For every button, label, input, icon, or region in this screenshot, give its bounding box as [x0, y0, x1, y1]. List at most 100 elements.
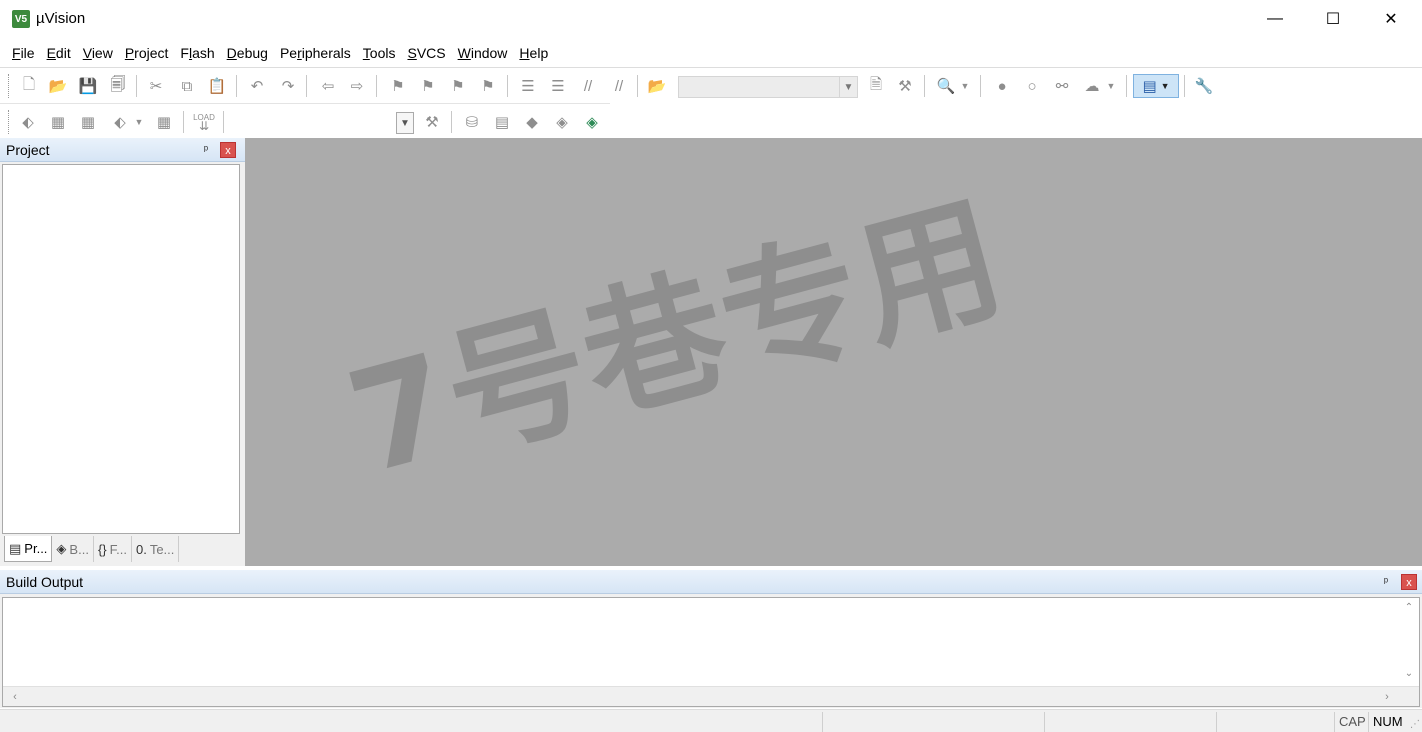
menu-help[interactable]: Help — [513, 41, 554, 65]
scroll-down-icon[interactable]: ⌄ — [1399, 666, 1419, 682]
status-cell — [822, 712, 1044, 732]
open-file-icon[interactable]: 📂 — [46, 74, 70, 98]
scroll-left-icon[interactable]: ‹ — [7, 689, 23, 705]
save-all-icon[interactable]: 🗐 — [106, 74, 130, 98]
toolbar-grip[interactable] — [8, 74, 12, 98]
dropdown-arrow-icon[interactable]: ▼ — [132, 110, 146, 134]
breakpoint-disable-icon[interactable]: ○ — [1020, 74, 1044, 98]
window-layout-button[interactable]: ▤ ▼ — [1133, 74, 1179, 98]
chevron-down-icon[interactable]: ▼ — [839, 77, 857, 97]
dropdown-arrow-icon[interactable]: ▼ — [958, 74, 972, 98]
close-icon[interactable]: x — [1401, 574, 1417, 590]
build-output-panel: Build Output ᵖ x ⌃ ⌄ ‹ › — [0, 570, 1422, 708]
resize-grip-icon[interactable]: ⋰ — [1410, 719, 1420, 730]
download-load-icon[interactable]: LOAD ⇊ — [192, 110, 216, 134]
tab-label: Pr... — [24, 541, 48, 556]
bookmark-next-icon[interactable]: ⚑ — [446, 74, 470, 98]
select-packs-icon[interactable]: ▤ — [490, 110, 514, 134]
menu-peripherals[interactable]: Peripherals — [274, 41, 357, 65]
tab-project[interactable]: ▤ Pr... — [4, 536, 53, 562]
configure-wrench-icon[interactable]: 🔧 — [1192, 74, 1216, 98]
minimize-button[interactable]: — — [1246, 0, 1304, 38]
project-tree[interactable] — [2, 164, 240, 534]
menu-mnemonic: D — [226, 45, 237, 61]
toolbar-grip[interactable] — [8, 110, 12, 134]
redo-icon[interactable]: ↷ — [276, 74, 300, 98]
toolbar-separator — [1184, 75, 1185, 97]
bookmark-previous-icon[interactable]: ⚑ — [416, 74, 440, 98]
status-cell — [1216, 712, 1334, 732]
rebuild-icon[interactable]: ▦ — [76, 110, 100, 134]
uncomment-icon[interactable]: // — [607, 74, 631, 98]
build-output-text[interactable]: ⌃ ⌄ ‹ › — [2, 597, 1420, 707]
breakpoint-insert-icon[interactable]: ● — [990, 74, 1014, 98]
tab-functions[interactable]: {} F... — [94, 536, 132, 562]
cut-icon[interactable]: ✂ — [144, 74, 168, 98]
new-file-icon[interactable]: 🗋 — [17, 74, 41, 98]
chevron-down-icon[interactable]: ▼ — [396, 112, 414, 134]
project-tab-icon: ▤ — [9, 540, 22, 556]
menu-mnemonic: W — [457, 45, 471, 61]
close-icon[interactable]: x — [220, 142, 236, 158]
undo-icon[interactable]: ↶ — [245, 74, 269, 98]
zoom-icon[interactable]: 🔍 — [934, 74, 958, 98]
target-select[interactable]: ▼ — [224, 112, 414, 134]
maximize-button[interactable]: ☐ — [1304, 0, 1362, 38]
scroll-up-icon[interactable]: ⌃ — [1399, 600, 1419, 616]
incremental-find-icon[interactable]: ⚒ — [893, 74, 917, 98]
menu-file[interactable]: File — [6, 41, 41, 65]
unindent-icon[interactable]: ☰ — [546, 74, 570, 98]
menu-debug[interactable]: Debug — [221, 41, 274, 65]
menu-flash[interactable]: Flash — [174, 41, 220, 65]
target-options-icon[interactable]: ⚒ — [420, 110, 444, 134]
scroll-right-icon[interactable]: › — [1379, 689, 1395, 705]
batch-build-icon[interactable]: ⬖ — [108, 110, 132, 134]
find-in-files-icon[interactable]: 📂 — [645, 74, 669, 98]
pin-icon[interactable]: ᵖ — [1378, 574, 1394, 590]
menu-svcs[interactable]: SVCS — [401, 41, 451, 65]
build-icon[interactable]: ▦ — [46, 110, 70, 134]
vertical-scrollbar[interactable]: ⌃ ⌄ — [1399, 598, 1419, 686]
find-combo[interactable]: ▼ — [678, 76, 858, 98]
manage-rte-icon[interactable]: ◆ — [520, 110, 544, 134]
project-panel-title: Project — [6, 142, 50, 158]
horizontal-scrollbar[interactable]: ‹ › — [3, 686, 1419, 706]
copy-icon[interactable]: ⧉ — [175, 74, 199, 98]
menu-tools[interactable]: Tools — [357, 41, 402, 65]
breakpoint-kill-all-icon[interactable]: ☁ — [1080, 74, 1104, 98]
menu-mnemonic: P — [124, 45, 135, 61]
dropdown-arrow-icon[interactable]: ▼ — [1104, 74, 1118, 98]
translate-icon[interactable]: ⬖ — [16, 110, 40, 134]
status-bar: CAP NUM ⋰ — [0, 709, 1422, 732]
pin-icon[interactable]: ᵖ — [198, 142, 214, 158]
indent-icon[interactable]: ☰ — [516, 74, 540, 98]
menu-view[interactable]: View — [77, 41, 119, 65]
find-icon[interactable]: 🗎 — [864, 74, 888, 98]
pack-manager-icon[interactable]: ◈ — [580, 110, 604, 134]
editor-area[interactable]: 7号巷专用 — [245, 138, 1422, 566]
menu-mnemonic: V — [82, 45, 92, 61]
toolbar-separator — [376, 75, 377, 97]
menu-label-part: ools — [369, 45, 396, 61]
paste-icon[interactable]: 📋 — [205, 74, 229, 98]
menu-edit[interactable]: Edit — [41, 41, 77, 65]
menu-window[interactable]: Window — [452, 41, 514, 65]
download-arrow-icon: ⇊ — [198, 119, 210, 133]
tab-templates[interactable]: 0. Te... — [132, 536, 180, 562]
navigate-back-icon[interactable]: ⇦ — [316, 74, 340, 98]
templates-tab-icon: 0. — [135, 541, 147, 557]
bookmark-toggle-icon[interactable]: ⚑ — [386, 74, 410, 98]
save-icon[interactable]: 💾 — [76, 74, 100, 98]
stop-build-icon[interactable]: ▦ — [152, 110, 176, 134]
bookmark-clear-icon[interactable]: ⚑ — [476, 74, 500, 98]
menu-project[interactable]: Project — [119, 41, 175, 65]
manage-project-items-icon[interactable]: ⛁ — [460, 110, 484, 134]
tab-books[interactable]: ◈ B... — [52, 536, 94, 562]
comment-icon[interactable]: // — [576, 74, 600, 98]
navigate-forward-icon[interactable]: ⇨ — [345, 74, 369, 98]
close-window-button[interactable]: ✕ — [1362, 0, 1420, 38]
pack-installer-icon[interactable]: ◈ — [550, 110, 574, 134]
breakpoint-disable-all-icon[interactable]: ⚯ — [1050, 74, 1074, 98]
toolbar-build: ⬖ ▦ ▦ ⬖ ▼ ▦ LOAD ⇊ ▼ ⚒ ⛁ ▤ ◆ ◈ ◈ — [0, 103, 610, 138]
menu-label-part: F — [180, 45, 189, 61]
